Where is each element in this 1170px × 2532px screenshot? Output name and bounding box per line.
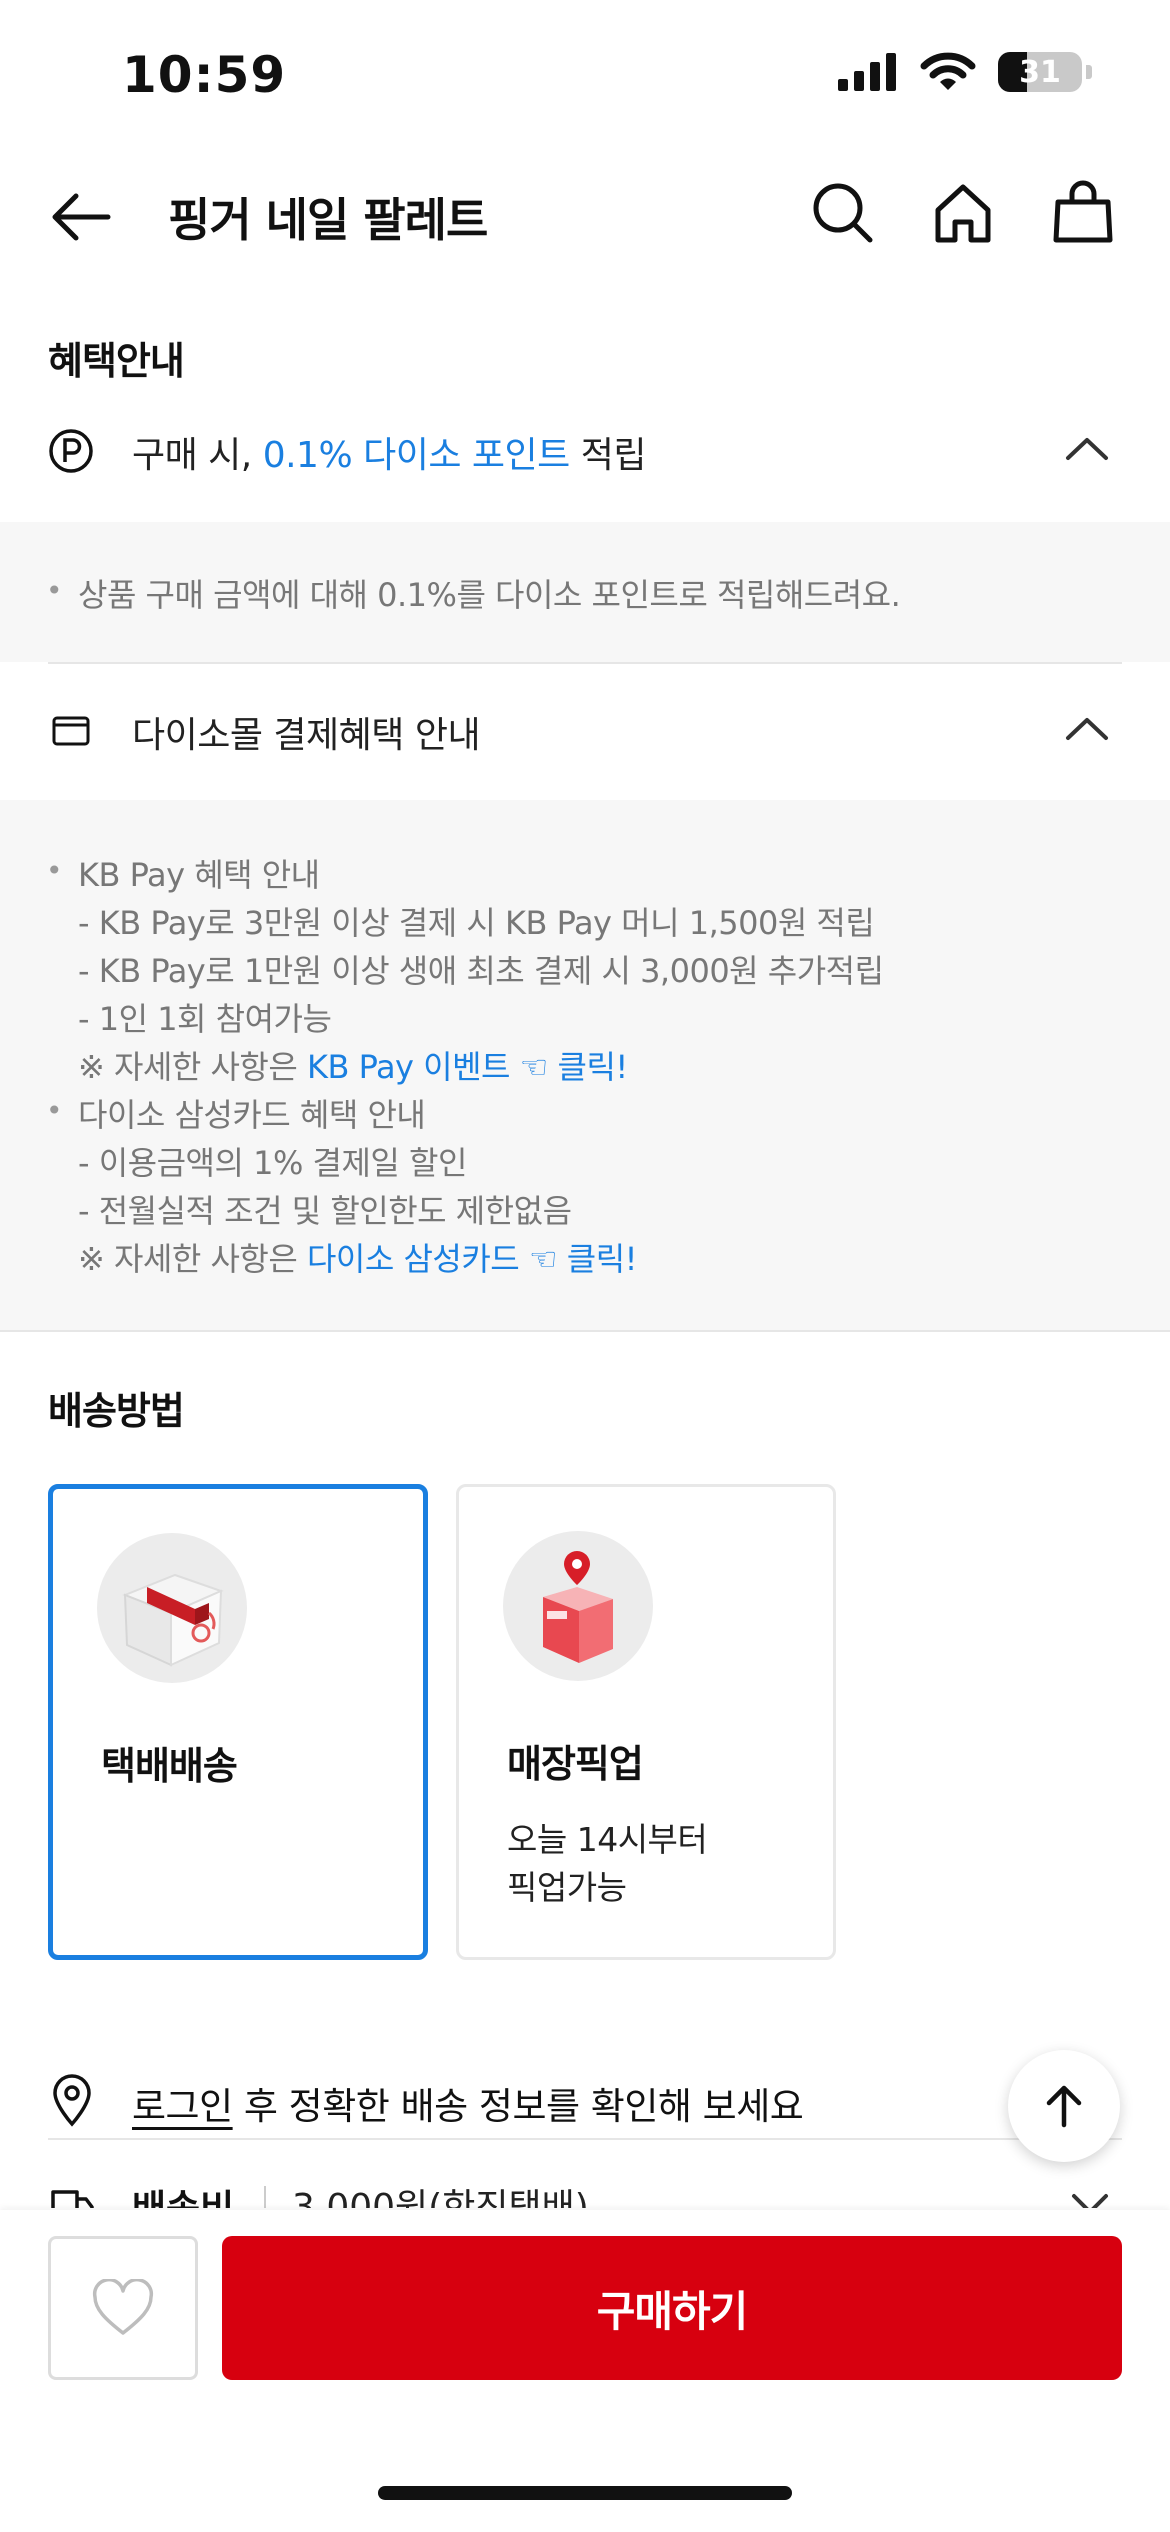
chevron-up-icon[interactable] [1064, 710, 1110, 746]
top-app-bar: 핑거 네일 팔레트 [0, 160, 1170, 270]
delivery-option-title: 택배배송 [101, 1744, 238, 1788]
payment-detail-panel: • KB Pay 혜택 안내 - KB Pay로 3만원 이상 결제 시 KB … [0, 800, 1170, 1330]
wishlist-button[interactable] [48, 2236, 198, 2380]
kb-note-prefix: ※ 자세한 사항은 [78, 1048, 307, 1086]
payment-benefit-label: 다이소몰 결제혜택 안내 [132, 715, 481, 756]
battery-icon: 31 [998, 52, 1082, 92]
status-bar: 10:59 31 [0, 0, 1170, 150]
login-prompt-text: 로그인 후 정확한 배송 정보를 확인해 보세요 [132, 2076, 804, 2130]
parcel-box-icon [97, 1533, 247, 1683]
shopping-bag-icon[interactable] [1048, 178, 1118, 248]
chevron-up-icon[interactable] [1064, 430, 1110, 466]
status-icons: 31 [838, 52, 1092, 92]
delivery-option-courier[interactable]: 택배배송 [48, 1484, 428, 1960]
point-detail-panel: • 상품 구매 금액에 대해 0.1%를 다이소 포인트로 적립해드려요. [0, 522, 1170, 662]
point-benefit-row[interactable]: 구매 시, 0.1% 다이소 포인트 적립 [0, 400, 1170, 500]
kb-line-2: - KB Pay로 1만원 이상 생애 최초 결제 시 3,000원 추가적립 [78, 952, 884, 990]
point-highlight: 0.1% 다이소 포인트 [262, 435, 571, 476]
payment-benefit-row[interactable]: 다이소몰 결제혜택 안내 [0, 680, 1170, 780]
samsung-line-1: - 이용금액의 1% 결제일 할인 [78, 1144, 467, 1182]
samsung-note: ※ 자세한 사항은 다이소 삼성카드 ☜ 클릭! [78, 1234, 637, 1280]
card-icon [52, 716, 90, 746]
bullet-dot: • [46, 574, 63, 607]
scroll-to-top-button[interactable] [1008, 2050, 1120, 2162]
samsung-title: 다이소 삼성카드 혜택 안내 [78, 1096, 426, 1134]
store-pickup-icon [503, 1531, 653, 1681]
kb-line-1: - KB Pay로 3만원 이상 결제 시 KB Pay 머니 1,500원 적… [78, 904, 875, 942]
samsung-note-prefix: ※ 자세한 사항은 [78, 1240, 307, 1278]
section-divider [0, 1330, 1170, 1332]
point-p-icon [49, 429, 93, 473]
delivery-section-title: 배송방법 [48, 1389, 185, 1433]
point-benefit-text: 구매 시, 0.1% 다이소 포인트 적립 [132, 426, 646, 478]
shipping-fee-value: 3,000원(한진택배) [292, 2187, 589, 2208]
search-icon[interactable] [808, 178, 878, 248]
kb-event-link[interactable]: KB Pay 이벤트 ☜ 클릭! [307, 1048, 628, 1086]
divider [48, 662, 1122, 664]
status-time: 10:59 [122, 46, 287, 104]
page-title: 핑거 네일 팔레트 [168, 193, 488, 247]
kb-title: KB Pay 혜택 안내 [78, 856, 320, 894]
wifi-icon [920, 52, 976, 90]
kb-line-3: - 1인 1회 참여가능 [78, 1000, 332, 1038]
truck-icon [51, 2190, 94, 2208]
shipping-fee-label: 배송비 [132, 2178, 234, 2208]
location-pin-icon [53, 2074, 91, 2127]
bullet-dot: • [46, 854, 63, 887]
pickup-time-text: 오늘 14시부터 [507, 1820, 708, 1859]
login-prompt-suffix: 후 정확한 배송 정보를 확인해 보세요 [232, 2085, 804, 2128]
arrow-up-icon [1046, 2085, 1082, 2128]
battery-tip [1086, 65, 1092, 79]
buy-button[interactable]: 구매하기 [222, 2236, 1122, 2380]
home-indicator [378, 2486, 792, 2500]
samsung-card-link[interactable]: 다이소 삼성카드 ☜ 클릭! [307, 1240, 638, 1278]
login-prompt-row: 로그인 후 정확한 배송 정보를 확인해 보세요 [0, 2040, 1170, 2150]
point-suffix: 적립 [569, 435, 647, 476]
benefits-section-title: 혜택안내 [48, 339, 185, 383]
samsung-line-2: - 전월실적 조건 및 할인한도 제한없음 [78, 1192, 572, 1230]
home-icon[interactable] [928, 178, 998, 248]
separator [264, 2186, 266, 2208]
bullet-dot: • [46, 1094, 63, 1127]
point-detail-text: 상품 구매 금액에 대해 0.1%를 다이소 포인트로 적립해드려요. [78, 576, 901, 614]
back-arrow-icon[interactable] [46, 182, 116, 252]
login-link[interactable]: 로그인 [132, 2085, 233, 2128]
cellular-signal-icon [838, 53, 896, 91]
bottom-action-bar: 구매하기 [0, 2210, 1170, 2532]
delivery-option-title: 매장픽업 [507, 1742, 644, 1786]
kb-note: ※ 자세한 사항은 KB Pay 이벤트 ☜ 클릭! [78, 1042, 628, 1088]
shipping-fee-row[interactable]: 배송비 3,000원(한진택배) [0, 2148, 1170, 2208]
point-prefix: 구매 시, [132, 435, 263, 476]
delivery-option-store-pickup[interactable]: 매장픽업 오늘 14시부터 픽업가능 [456, 1484, 836, 1960]
pickup-availability-text: 픽업가능 [507, 1868, 627, 1907]
chevron-down-icon[interactable] [1070, 2188, 1110, 2208]
heart-icon [92, 2279, 154, 2335]
battery-level: 31 [1019, 54, 1061, 90]
divider [48, 2138, 1122, 2140]
